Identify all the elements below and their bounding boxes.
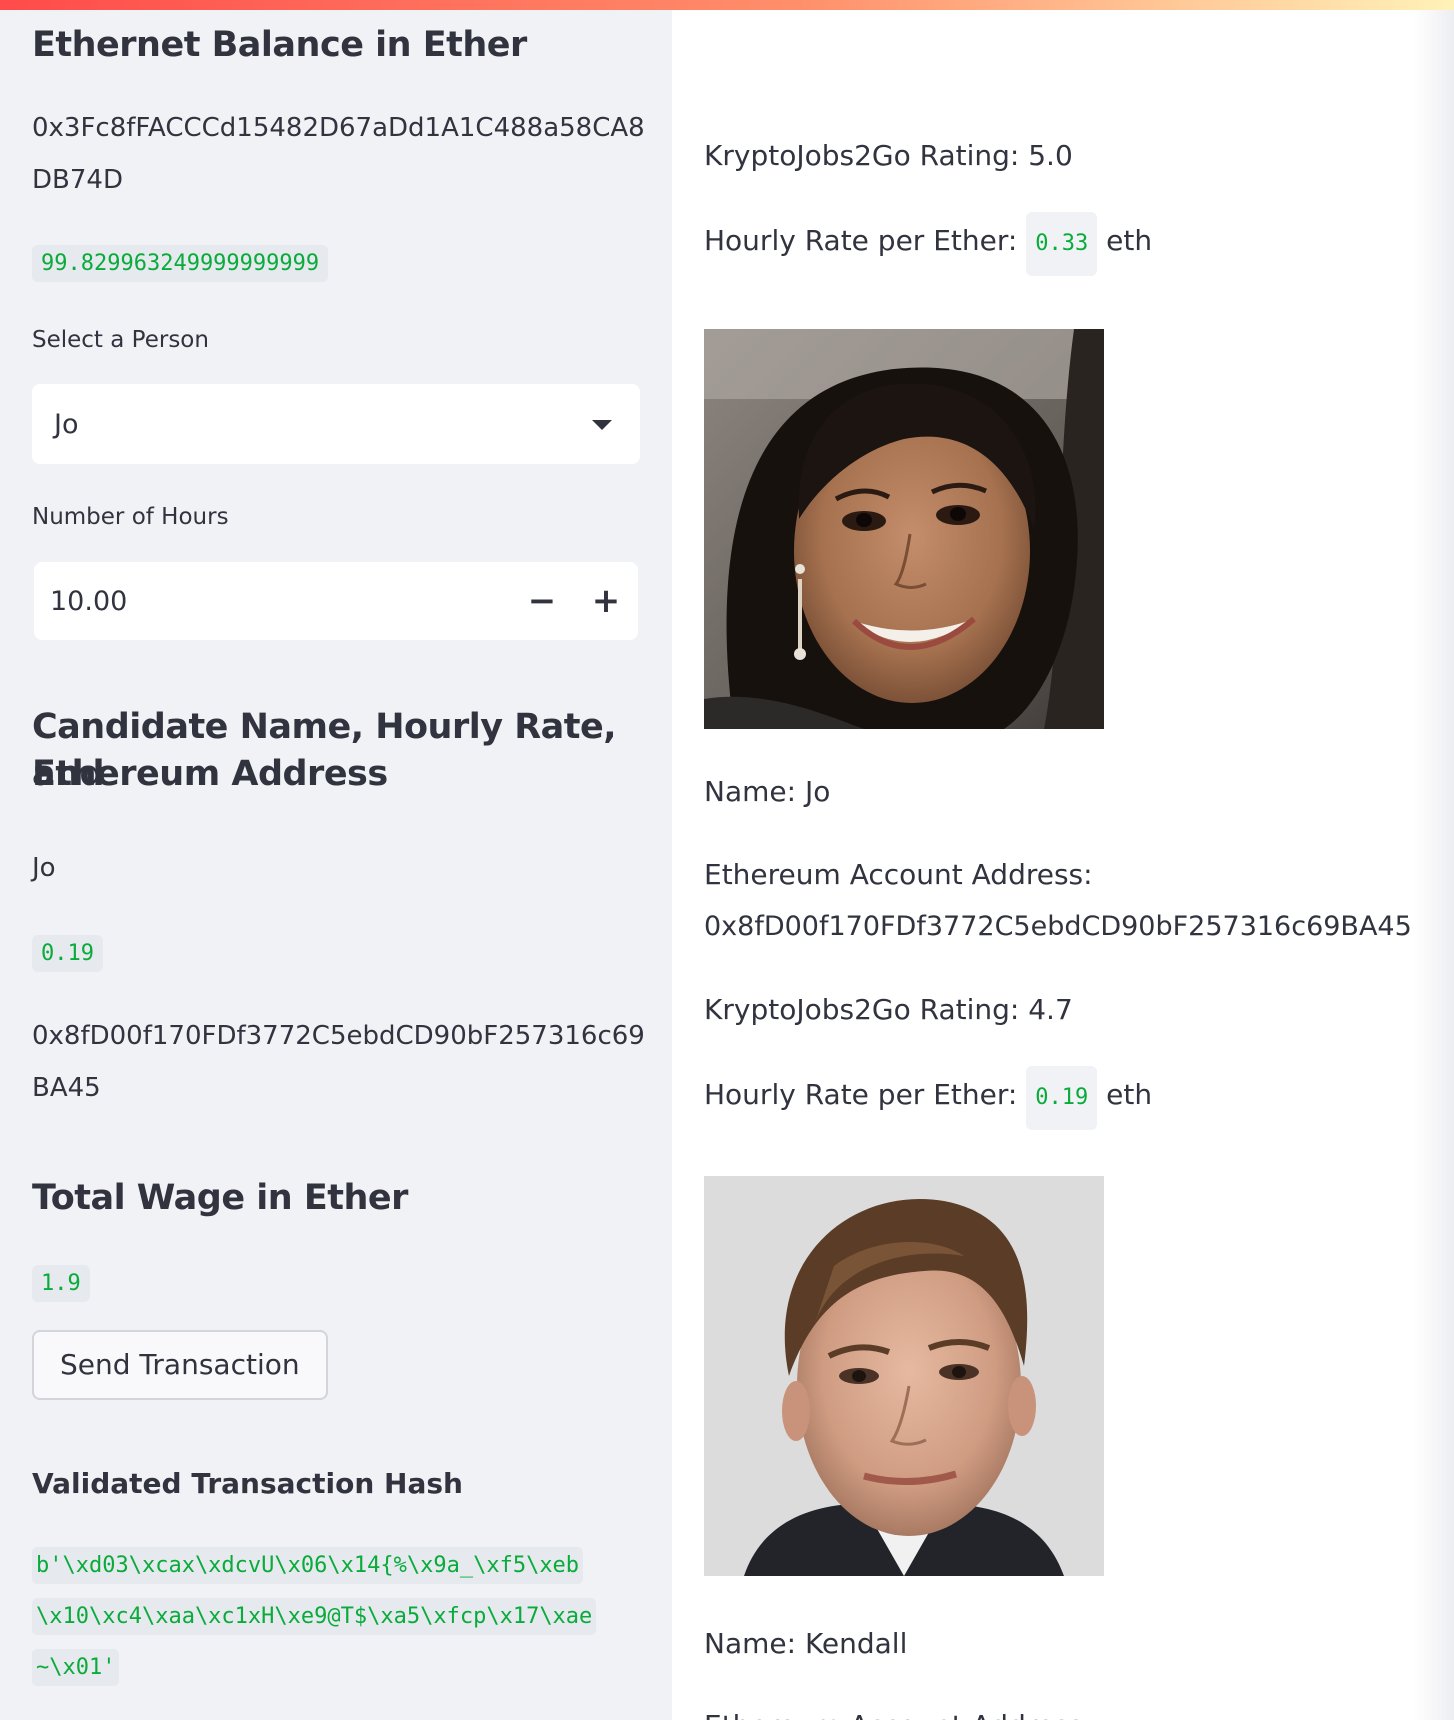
candidate-photo-jo: [704, 329, 1104, 729]
candidate-address-line1: 0x8fD00f170FDf3772C5ebdCD90bF257316c69: [32, 1021, 645, 1051]
candidate-rating: KryptoJobs2Go Rating: 4.7: [704, 993, 1073, 1026]
candidate-name: Name: Jo: [704, 775, 831, 808]
hourly-rate-unit: eth: [1106, 1078, 1153, 1111]
portrait-image: [704, 1176, 1104, 1576]
candidate-heading-line2: Ethereum Address: [32, 754, 388, 794]
wage-value: 1.9: [32, 1265, 90, 1302]
candidate-rate: 0.19: [32, 935, 103, 972]
candidate-photo-kendall: [704, 1176, 1104, 1576]
account-address-line2: DB74D: [32, 165, 123, 195]
hourly-rate-label: Hourly Rate per Ether:: [704, 224, 1018, 257]
portrait-image: [704, 329, 1104, 729]
hash-line2: \x10\xc4\xaa\xc1xH\xe9@T$\xa5\xfcp\x17\x…: [32, 1598, 597, 1635]
candidate-rating: KryptoJobs2Go Rating: 5.0: [704, 139, 1073, 172]
hash-line1: b'\xd03\xcax\xdcvU\x06\x14{%\x9a_\xf5\xe…: [32, 1547, 584, 1584]
sidebar: Ethernet Balance in Ether 0x3Fc8fFACCCd1…: [0, 10, 672, 1720]
hourly-rate-unit: eth: [1106, 224, 1153, 257]
balance-value: 99.829963249999999999: [32, 245, 329, 282]
hourly-rate-value: 0.19: [1026, 1066, 1098, 1130]
main-content: KryptoJobs2Go Rating: 5.0 Hourly Rate pe…: [672, 10, 1454, 1720]
chevron-down-icon: [592, 420, 612, 430]
hours-input[interactable]: 10.00 − +: [34, 562, 638, 640]
hourly-rate-value: 0.33: [1026, 212, 1098, 276]
select-person-dropdown[interactable]: Jo: [32, 384, 640, 464]
balance-heading: Ethernet Balance in Ether: [32, 25, 527, 65]
candidate-address-label: Ethereum Account Address:: [704, 858, 1093, 891]
candidate-address-line2: BA45: [32, 1073, 101, 1103]
top-decoration-bar: [0, 0, 1454, 10]
hash-heading: Validated Transaction Hash: [32, 1467, 463, 1500]
candidate-hourly-rate: Hourly Rate per Ether: 0.19 eth: [704, 1066, 1152, 1130]
hourly-rate-label: Hourly Rate per Ether:: [704, 1078, 1018, 1111]
candidate-address-label: Ethereum Account Address:: [704, 1700, 1093, 1720]
candidate-name: Name: Kendall: [704, 1627, 908, 1660]
candidate-address: 0x8fD00f170FDf3772C5ebdCD90bF257316c69BA…: [704, 911, 1412, 942]
wage-heading: Total Wage in Ether: [32, 1178, 408, 1218]
transaction-hash: b'\xd03\xcax\xdcvU\x06\x14{%\x9a_\xf5\xe…: [32, 1540, 597, 1693]
candidate-name: Jo: [32, 853, 56, 883]
select-person-value: Jo: [54, 408, 79, 440]
decrement-button[interactable]: −: [510, 562, 574, 640]
hours-value: 10.00: [50, 585, 128, 617]
hash-line3: ~\x01': [32, 1649, 120, 1686]
select-person-label: Select a Person: [32, 327, 209, 353]
increment-button[interactable]: +: [574, 562, 638, 640]
send-transaction-button[interactable]: Send Transaction: [32, 1330, 328, 1400]
account-address-line1: 0x3Fc8fFACCCd15482D67aDd1A1C488a58CA8: [32, 113, 645, 143]
candidate-hourly-rate: Hourly Rate per Ether: 0.33 eth: [704, 212, 1152, 276]
hours-label: Number of Hours: [32, 504, 229, 530]
